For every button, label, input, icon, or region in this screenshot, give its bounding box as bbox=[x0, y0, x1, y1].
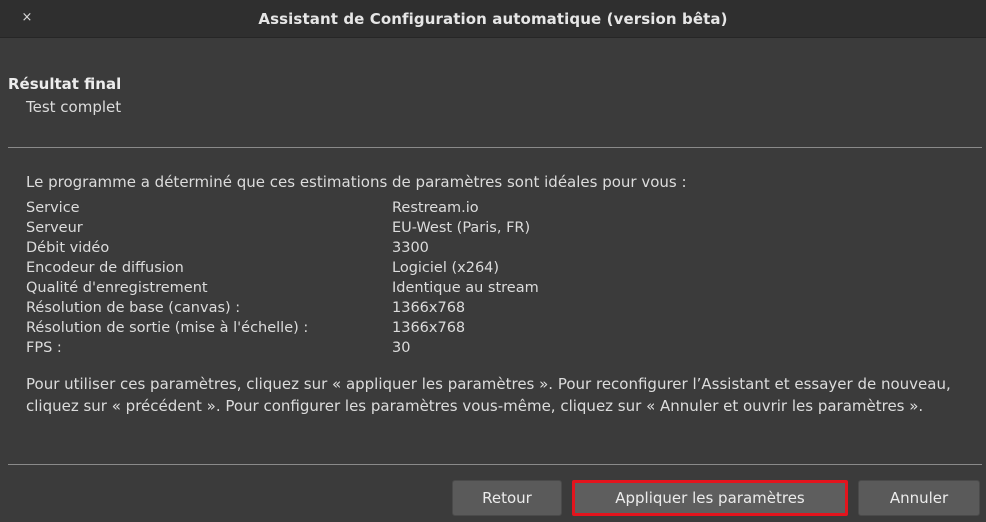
close-icon[interactable]: × bbox=[18, 9, 36, 27]
instructions-text: Pour utiliser ces paramètres, cliquez su… bbox=[26, 375, 951, 415]
settings-row: Résolution de base (canvas) : 1366x768 bbox=[26, 298, 926, 318]
cancel-button[interactable]: Annuler bbox=[858, 480, 980, 516]
result-status: Test complet bbox=[26, 98, 122, 116]
setting-key: Résolution de sortie (mise à l'échelle) … bbox=[26, 320, 309, 336]
setting-value: Identique au stream bbox=[392, 280, 539, 296]
intro-text: Le programme a déterminé que ces estimat… bbox=[26, 173, 687, 191]
setting-value: 1366x768 bbox=[392, 320, 466, 336]
setting-key: FPS : bbox=[26, 340, 62, 356]
setting-key: Résolution de base (canvas) : bbox=[26, 300, 241, 316]
settings-row: Encodeur de diffusion Logiciel (x264) bbox=[26, 258, 926, 278]
config-wizard-window: × Assistant de Configuration automatique… bbox=[0, 0, 986, 522]
setting-key: Service bbox=[26, 200, 80, 216]
apply-settings-button[interactable]: Appliquer les paramètres bbox=[572, 480, 848, 516]
divider-top bbox=[8, 147, 982, 148]
setting-value: Logiciel (x264) bbox=[392, 260, 500, 276]
setting-key: Qualité d'enregistrement bbox=[26, 280, 208, 296]
title-bar: × Assistant de Configuration automatique… bbox=[0, 0, 986, 38]
setting-value: 3300 bbox=[392, 240, 429, 256]
settings-row: Résolution de sortie (mise à l'échelle) … bbox=[26, 318, 926, 338]
settings-list: Service Restream.io Serveur EU-West (Par… bbox=[26, 198, 926, 358]
settings-row: Serveur EU-West (Paris, FR) bbox=[26, 218, 926, 238]
settings-row: Débit vidéo 3300 bbox=[26, 238, 926, 258]
settings-row: FPS : 30 bbox=[26, 338, 926, 358]
setting-value: 1366x768 bbox=[392, 300, 466, 316]
settings-row: Service Restream.io bbox=[26, 198, 926, 218]
setting-key: Encodeur de diffusion bbox=[26, 260, 184, 276]
setting-value: 30 bbox=[392, 340, 411, 356]
setting-key: Débit vidéo bbox=[26, 240, 110, 256]
result-heading: Résultat final bbox=[8, 75, 122, 93]
setting-value: Restream.io bbox=[392, 200, 479, 216]
setting-value: EU-West (Paris, FR) bbox=[392, 220, 531, 236]
settings-row: Qualité d'enregistrement Identique au st… bbox=[26, 278, 926, 298]
window-title: Assistant de Configuration automatique (… bbox=[258, 9, 728, 28]
back-button[interactable]: Retour bbox=[452, 480, 562, 516]
setting-key: Serveur bbox=[26, 220, 83, 236]
divider-bottom bbox=[8, 464, 982, 465]
